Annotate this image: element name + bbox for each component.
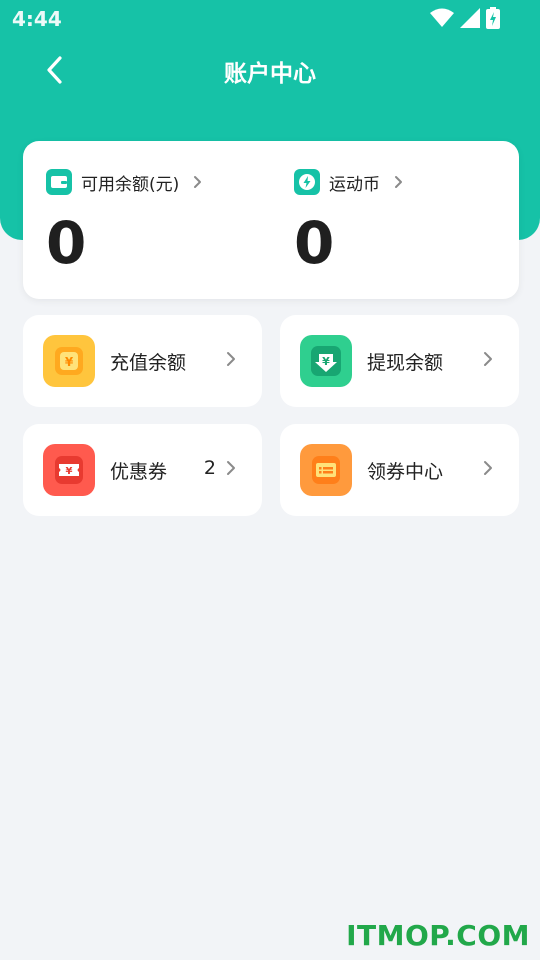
cell-signal-icon — [460, 8, 480, 28]
balance-card: 可用余额(元) 0 运动币 0 — [23, 141, 519, 299]
lightning-coin-icon — [294, 169, 320, 195]
battery-icon — [486, 7, 500, 29]
coupons-count-badge: 2 — [203, 457, 216, 479]
available-balance-value: 0 — [46, 209, 87, 277]
coupon-center-label: 领券中心 — [367, 461, 444, 483]
svg-text:¥: ¥ — [65, 355, 74, 369]
sport-coins-value: 0 — [294, 209, 335, 277]
svg-text:¥: ¥ — [322, 355, 330, 368]
available-balance[interactable]: 可用余额(元) 0 — [46, 169, 202, 273]
wifi-icon — [430, 8, 454, 27]
yuan-download-icon: ¥ — [300, 335, 352, 387]
recharge-tile[interactable]: ¥ 充值余额 — [23, 315, 262, 407]
withdraw-tile[interactable]: ¥ 提现余额 — [280, 315, 519, 407]
chevron-right-icon — [227, 352, 235, 366]
svg-text:¥: ¥ — [66, 466, 73, 477]
chevron-right-icon — [394, 175, 403, 189]
coupon-list-icon — [300, 444, 352, 496]
sport-coins-label: 运动币 — [329, 174, 380, 195]
yuan-coin-icon: ¥ — [43, 335, 95, 387]
coupons-label: 优惠券 — [110, 461, 168, 483]
status-icons — [430, 7, 500, 29]
yuan-ticket-icon: ¥ — [43, 444, 95, 496]
chevron-right-icon — [484, 352, 492, 366]
page-title: 账户中心 — [224, 61, 316, 87]
chevron-right-icon — [227, 461, 235, 475]
available-balance-label: 可用余额(元) — [81, 174, 180, 195]
coupons-tile[interactable]: ¥ 优惠券 2 — [23, 424, 262, 516]
withdraw-label: 提现余额 — [367, 352, 444, 374]
wallet-icon — [46, 169, 72, 195]
chevron-right-icon — [193, 175, 202, 189]
nav-bar: 账户中心 — [0, 44, 540, 96]
sport-coins[interactable]: 运动币 0 — [294, 169, 403, 273]
status-bar: 4:44 — [0, 0, 540, 36]
recharge-label: 充值余额 — [110, 352, 187, 374]
status-time: 4:44 — [12, 7, 62, 31]
chevron-right-icon — [484, 461, 492, 475]
coupon-center-tile[interactable]: 领券中心 — [280, 424, 519, 516]
watermark: ITMOP.COM — [346, 919, 530, 952]
